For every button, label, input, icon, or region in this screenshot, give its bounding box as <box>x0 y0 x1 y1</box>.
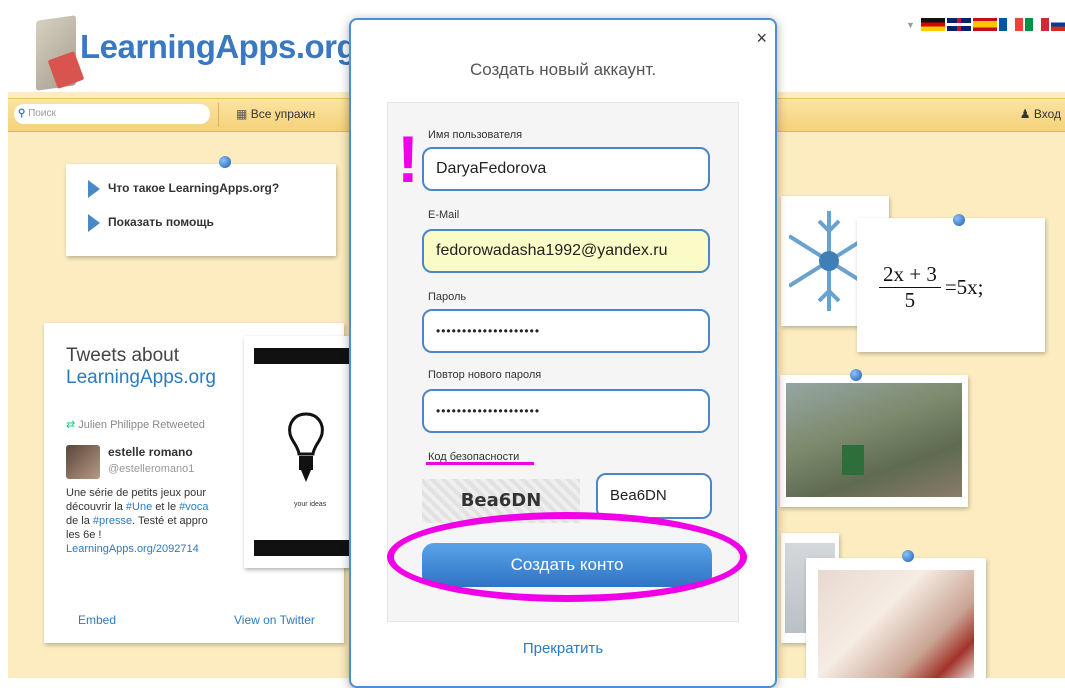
tweet-text-part: . Testé et appro <box>132 515 208 527</box>
search-icon: ⚲ <box>18 108 26 119</box>
flag-uk-icon[interactable] <box>946 18 971 31</box>
annotation-exclamation: ! <box>397 122 419 196</box>
app-card-bulb[interactable]: your ideas <box>244 336 354 568</box>
play-triangle-icon <box>88 214 100 232</box>
tweet-text-part: de la <box>66 515 93 527</box>
lightbulb-icon <box>288 412 324 482</box>
email-label: E-Mail <box>428 209 460 221</box>
login-label: Вход <box>1033 107 1061 121</box>
math-equation: 2x + 3 5 =5x; <box>879 262 984 313</box>
help-card: Что такое LearningApps.org? Показать пом… <box>66 156 336 256</box>
annotation-ellipse <box>387 512 747 602</box>
cancel-link[interactable]: Прекратить <box>351 640 775 657</box>
flag-es-icon[interactable] <box>972 18 997 31</box>
equation-numerator: 2x + 3 <box>879 262 941 288</box>
retweet-label: Julien Philippe Retweeted <box>78 419 205 431</box>
help-item-label: Показать помощь <box>108 215 214 230</box>
view-on-twitter-link[interactable]: View on Twitter <box>234 613 315 627</box>
tweet-text-part: Une série de petits jeux pour <box>66 487 207 499</box>
pin-icon <box>219 156 231 168</box>
tweet-text-part: découvrir la <box>66 501 126 513</box>
tweet-text-part: et le <box>152 501 180 513</box>
card-bar <box>254 540 354 556</box>
all-exercises-link[interactable]: ▦ Все упражн <box>236 107 315 121</box>
app-card-train[interactable] <box>780 369 968 507</box>
search-input[interactable]: ⚲ Поиск <box>14 104 210 124</box>
nav-divider <box>218 103 219 127</box>
retweet-info: ⇄ Julien Philippe Retweeted <box>66 418 205 431</box>
app-card-math[interactable]: 2x + 3 5 =5x; <box>857 214 1045 352</box>
hashtag-link[interactable]: #voca <box>179 501 208 513</box>
password-field[interactable]: •••••••••••••••••••• <box>422 309 710 353</box>
annotation-underline <box>426 462 534 465</box>
hashtag-link[interactable]: #Une <box>126 501 152 513</box>
captcha-input[interactable]: Bea6DN <box>596 473 712 519</box>
user-icon: ♟ <box>1019 107 1031 121</box>
pin-icon <box>902 550 914 562</box>
grid-icon: ▦ <box>236 107 248 121</box>
equation-denominator: 5 <box>904 288 916 312</box>
flag-ru-icon[interactable] <box>1050 18 1065 31</box>
bulb-caption: your ideas <box>294 501 327 508</box>
avatar[interactable] <box>66 445 100 479</box>
app-card-firstaid[interactable] <box>806 550 986 678</box>
help-item-show-help[interactable]: Показать помощь <box>88 214 214 232</box>
firstaid-photo <box>818 570 974 678</box>
search-placeholder: Поиск <box>28 108 56 119</box>
card-bar <box>254 348 354 364</box>
flag-fr-icon[interactable] <box>998 18 1023 31</box>
flags-dropdown-icon[interactable]: ▼ <box>906 20 915 30</box>
tweets-title-line2[interactable]: LearningApps.org <box>66 367 216 389</box>
locomotive-shape <box>842 445 864 475</box>
help-item-about[interactable]: Что такое LearningApps.org? <box>88 180 279 198</box>
play-triangle-icon <box>88 180 100 198</box>
tweet-author-handle[interactable]: @estelleromano1 <box>108 463 194 475</box>
tweet-author-name[interactable]: estelle romano <box>108 445 193 459</box>
help-item-label: Что такое LearningApps.org? <box>108 181 280 196</box>
modal-title: Создать новый аккаунт. <box>469 60 657 79</box>
hashtag-link[interactable]: #presse <box>93 515 132 527</box>
train-photo <box>786 383 962 497</box>
pin-icon <box>850 369 862 381</box>
site-logo[interactable]: LearningApps.org <box>80 28 357 66</box>
tweet-text-part: les 6e ! <box>66 529 102 541</box>
language-flags[interactable]: ▼ <box>906 18 1065 31</box>
username-field[interactable]: DaryaFedorova <box>422 147 710 191</box>
retweet-icon: ⇄ <box>66 419 76 431</box>
tweet-link[interactable]: LearningApps.org/2092714 <box>66 543 199 555</box>
password-repeat-field[interactable]: •••••••••••••••••••• <box>422 389 710 433</box>
password-label: Пароль <box>428 291 467 303</box>
all-exercises-label: Все упражн <box>250 107 316 121</box>
username-label: Имя пользователя <box>428 129 523 141</box>
pin-icon <box>953 214 965 226</box>
close-icon[interactable]: × <box>756 28 767 49</box>
email-field[interactable]: fedorowadasha1992@yandex.ru <box>422 229 710 273</box>
tweets-title: Tweets about LearningApps.org <box>66 345 216 389</box>
embed-link[interactable]: Embed <box>78 613 116 627</box>
flag-de-icon[interactable] <box>920 18 945 31</box>
tweets-title-line1: Tweets about <box>66 345 180 366</box>
login-link[interactable]: ♟ Вход <box>1020 107 1061 121</box>
password-repeat-label: Повтор нового пароля <box>428 369 542 381</box>
flag-it-icon[interactable] <box>1024 18 1049 31</box>
equation-rhs: =5x; <box>944 275 984 299</box>
